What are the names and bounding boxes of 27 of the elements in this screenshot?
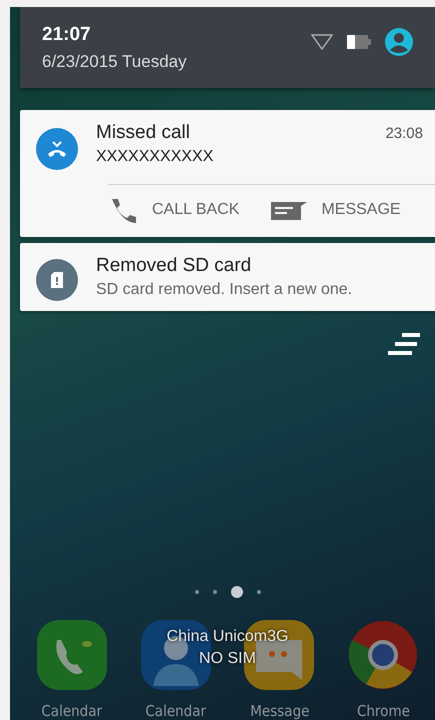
notification-title: Missed call — [96, 122, 190, 144]
message-button[interactable]: MESSAGE — [271, 197, 401, 223]
notification-text: SD card removed. Insert a new one. — [96, 281, 354, 299]
message-icon — [271, 200, 308, 220]
clear-all-icon[interactable] — [388, 333, 420, 355]
notification-text: XXXXXXXXXXX — [96, 148, 214, 166]
page-indicator-dot[interactable] — [212, 590, 216, 594]
app-label: Chrome — [356, 702, 410, 720]
app-label: Calendar — [145, 702, 206, 720]
notification-card[interactable]: Removed SD card SD card removed. Insert a new one. — [20, 243, 435, 311]
clock-time: 21:07 — [42, 24, 92, 46]
notification-card[interactable]: Missed call 23:08 XXXXXXXXXXX CALL BACK MESSAGE — [20, 110, 435, 237]
page-indicator-dot[interactable] — [194, 590, 198, 594]
missed-call-icon — [36, 128, 78, 170]
call-back-button[interactable]: CALL BACK — [108, 197, 240, 223]
battery-icon — [347, 34, 371, 50]
notification-title: Removed SD card — [96, 255, 252, 277]
page-indicator-dot[interactable] — [230, 586, 242, 598]
date-text: 6/23/2015 Tuesday — [42, 52, 188, 72]
app-label: Message — [250, 702, 309, 720]
sd-card-icon — [36, 259, 78, 301]
app-label: Calendar — [42, 702, 102, 720]
phone-app-icon[interactable] — [34, 618, 109, 692]
notification-time: 23:08 — [385, 125, 423, 142]
user-avatar-icon[interactable] — [385, 28, 413, 56]
page-indicator-dot[interactable] — [256, 590, 260, 594]
wifi-icon — [311, 34, 333, 50]
